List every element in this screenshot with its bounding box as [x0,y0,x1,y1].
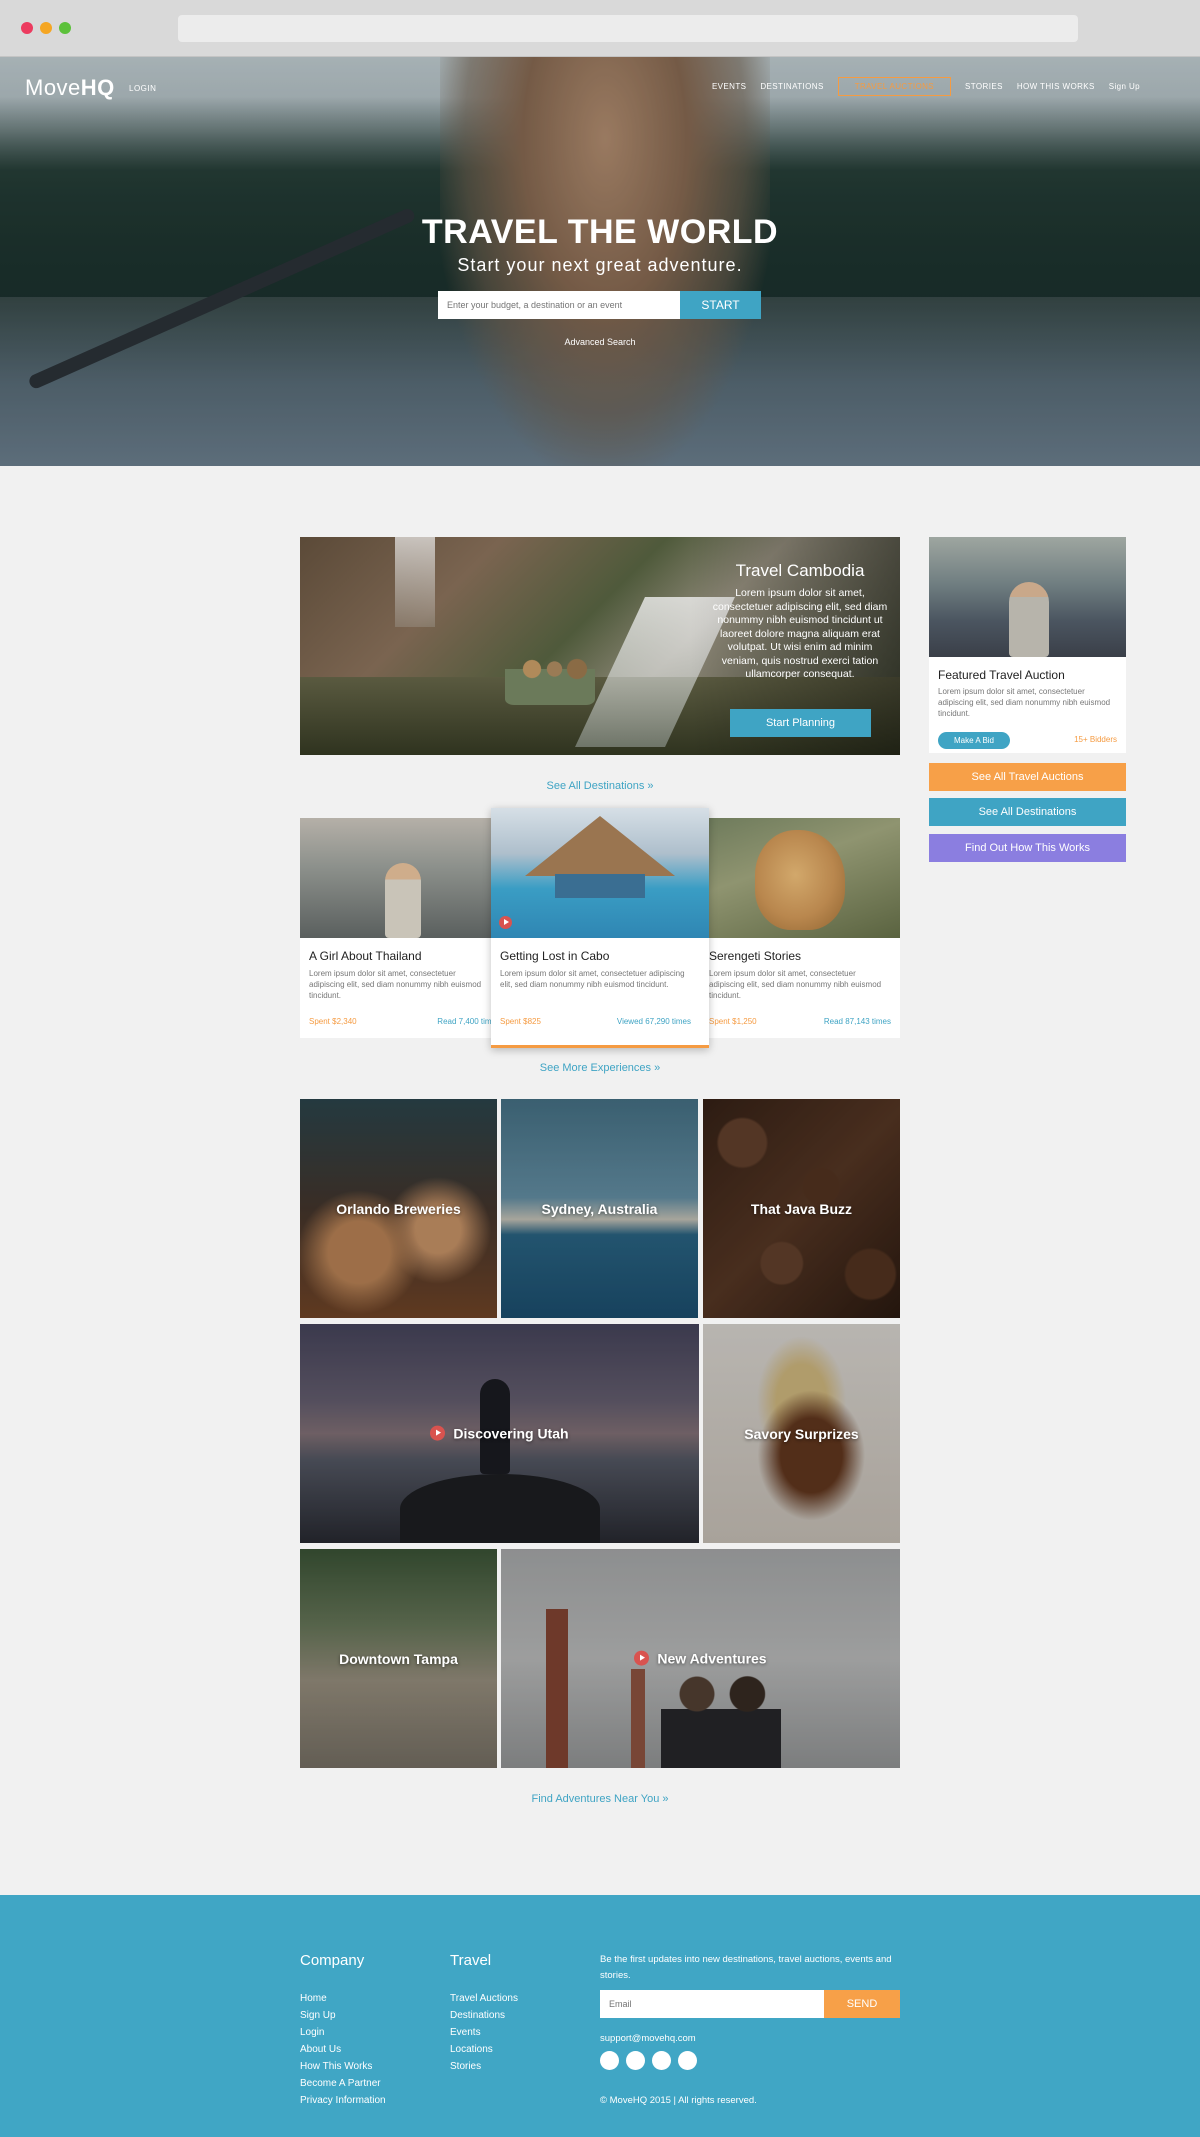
story-text: Lorem ipsum dolor sit amet, consectetuer… [309,969,482,1000]
close-window-icon[interactable] [21,22,33,34]
social-icon[interactable] [626,2051,645,2070]
tile-label: That Java Buzz [750,1200,853,1217]
footer-link-about-us[interactable]: About Us [300,2041,386,2058]
start-planning-button[interactable]: Start Planning [730,709,871,737]
story-spent: Spent $1,250 [709,1017,757,1026]
footer-link-become-a-partner[interactable]: Become A Partner [300,2075,386,2092]
footer: Company Home Sign Up Login About Us How … [0,1895,1200,2137]
footer-link-travel-auctions[interactable]: Travel Auctions [450,1990,518,2007]
newsletter-text: Be the first updates into new destinatio… [600,1954,892,1981]
nav-how-this-works[interactable]: HOW THIS WORKS [1017,82,1095,91]
tile-label: Discovering Utah [453,1425,569,1442]
story-spent: Spent $2,340 [309,1017,357,1026]
main-menu: EVENTS DESTINATIONS TRAVEL AUCTIONS STOR… [712,77,1140,96]
find-adventures-link[interactable]: Find Adventures Near You » [300,1793,900,1805]
story-card[interactable]: Serengeti Stories Lorem ipsum dolor sit … [700,818,900,1038]
story-card[interactable]: A Girl About Thailand Lorem ipsum dolor … [300,818,500,1038]
tile-discovering-utah[interactable]: Discovering Utah [300,1324,699,1543]
footer-link-events[interactable]: Events [450,2024,518,2041]
feature-cambodia[interactable]: Travel Cambodia Lorem ipsum dolor sit am… [300,537,900,755]
hero-subtitle: Start your next great adventure. [457,255,743,275]
maximize-window-icon[interactable] [59,22,71,34]
footer-link-login[interactable]: Login [300,2024,386,2041]
nav-travel-auctions[interactable]: TRAVEL AUCTIONS [837,77,952,96]
social-icon[interactable] [652,2051,671,2070]
footer-company-links: Home Sign Up Login About Us How This Wor… [300,1990,386,2109]
copyright: © MoveHQ 2015 | All rights reserved. [600,2095,757,2106]
minimize-window-icon[interactable] [40,22,52,34]
nav-stories[interactable]: STORIES [965,82,1003,91]
story-text: Lorem ipsum dolor sit amet, consectetuer… [500,969,685,989]
nav-sign-up[interactable]: Sign Up [1109,82,1140,91]
story-image [700,818,900,938]
footer-link-stories[interactable]: Stories [450,2058,518,2075]
story-title: Getting Lost in Cabo [500,949,610,963]
social-links [600,2051,697,2070]
footer-link-how-this-works[interactable]: How This Works [300,2058,386,2075]
auction-image [929,537,1126,657]
feature-people-image [505,645,595,705]
see-all-destinations-link[interactable]: See All Destinations » [300,780,900,792]
auction-title: Featured Travel Auction [938,668,1065,682]
featured-auction-card[interactable]: Featured Travel Auction Lorem ipsum dolo… [929,537,1126,753]
tile-orlando-breweries[interactable]: Orlando Breweries [300,1099,497,1318]
story-title: A Girl About Thailand [309,949,422,963]
tile-label: Savory Surprizes [744,1425,859,1442]
story-image [300,818,500,938]
logo[interactable]: MoveHQ [25,75,115,101]
tile-java-buzz[interactable]: That Java Buzz [703,1099,900,1318]
make-a-bid-button[interactable]: Make A Bid [938,732,1010,749]
feature-text: Lorem ipsum dolor sit amet, consectetuer… [712,587,888,680]
see-more-experiences-link[interactable]: See More Experiences » [300,1062,900,1074]
story-views: Viewed 67,290 times [616,1017,691,1026]
story-image [491,808,709,938]
footer-link-locations[interactable]: Locations [450,2041,518,2058]
footer-travel-heading: Travel [450,1952,492,1969]
find-out-how-this-works-button[interactable]: Find Out How This Works [929,834,1126,862]
play-icon[interactable] [499,916,512,929]
nav-destinations[interactable]: DESTINATIONS [760,82,823,91]
footer-travel-links: Travel Auctions Destinations Events Loca… [450,1990,518,2075]
tile-downtown-tampa[interactable]: Downtown Tampa [300,1549,497,1768]
tile-label: New Adventures [657,1650,767,1667]
feature-title: Travel Cambodia [735,561,865,580]
play-icon[interactable] [430,1425,446,1441]
see-all-travel-auctions-button[interactable]: See All Travel Auctions [929,763,1126,791]
newsletter-email-input[interactable] [600,1990,824,2018]
tile-label: Sydney, Australia [541,1200,658,1217]
footer-link-sign-up[interactable]: Sign Up [300,2007,386,2024]
address-bar[interactable] [178,15,1078,42]
footer-link-home[interactable]: Home [300,1990,386,2007]
social-icon[interactable] [678,2051,697,2070]
login-link[interactable]: LOGIN [129,84,156,93]
bidders-count: 15+ Bidders [1074,735,1117,744]
footer-company-heading: Company [300,1952,365,1969]
story-card-highlighted[interactable]: Getting Lost in Cabo Lorem ipsum dolor s… [491,808,709,1048]
send-button[interactable]: SEND [824,1990,900,2018]
story-text: Lorem ipsum dolor sit amet, consectetuer… [709,969,882,1000]
hero-search-input[interactable] [438,291,680,319]
footer-link-destinations[interactable]: Destinations [450,2007,518,2024]
story-title: Serengeti Stories [709,949,802,963]
nav-events[interactable]: EVENTS [712,82,746,91]
tile-label: Downtown Tampa [339,1650,458,1667]
tile-savory-surprizes[interactable]: Savory Surprizes [703,1324,900,1543]
hero-title: TRAVEL THE WORLD [421,213,779,251]
tile-label: Orlando Breweries [336,1200,461,1217]
auction-text: Lorem ipsum dolor sit amet, consectetuer… [938,687,1111,718]
see-all-destinations-button[interactable]: See All Destinations [929,798,1126,826]
footer-link-privacy[interactable]: Privacy Information [300,2092,386,2109]
support-email[interactable]: support@movehq.com [600,2033,696,2044]
tile-new-adventures[interactable]: New Adventures [501,1549,900,1768]
top-navigation: MoveHQ LOGIN EVENTS DESTINATIONS TRAVEL … [0,57,1200,117]
tile-sydney[interactable]: Sydney, Australia [501,1099,698,1318]
play-icon[interactable] [634,1650,650,1666]
start-button[interactable]: START [680,291,761,319]
advanced-search-link[interactable]: Advanced Search [0,337,1200,347]
browser-chrome [0,0,1200,57]
story-spent: Spent $825 [500,1017,541,1026]
story-views: Read 87,143 times [823,1017,891,1026]
social-icon[interactable] [600,2051,619,2070]
